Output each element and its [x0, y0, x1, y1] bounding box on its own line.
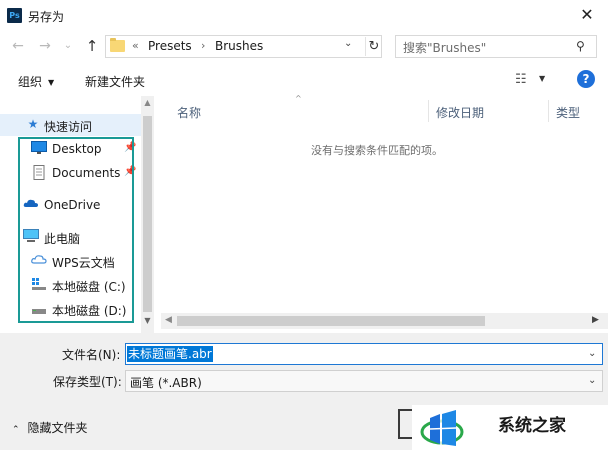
sidebar-item-label: 快速访问 [44, 120, 93, 134]
scroll-left-icon[interactable]: ◀ [165, 315, 172, 325]
help-icon[interactable]: ? [577, 70, 595, 88]
search-placeholder: 搜索"Brushes" [403, 41, 487, 55]
filetype-select[interactable]: 画笔 (*.ABR) ⌄ [125, 370, 603, 392]
title-bar: Ps 另存为 ✕ [0, 0, 608, 31]
scrollbar-thumb[interactable] [143, 116, 152, 312]
view-caret-icon[interactable]: ▼ [539, 74, 545, 83]
navigation-bar: ← → ⌄ ↑ « Presets › Brushes ⌄ ↻ 搜索"Brush… [0, 31, 608, 64]
file-list-horizontal-scrollbar[interactable]: ◀ ▶ [161, 313, 608, 329]
save-button[interactable] [398, 409, 412, 439]
sidebar-scrollbar[interactable]: ▲ ▼ [141, 96, 154, 333]
window-title: 另存为 [28, 10, 65, 24]
caret-down-icon: ▼ [48, 78, 55, 87]
filetype-dropdown-icon[interactable]: ⌄ [588, 375, 596, 386]
hide-folders-toggle[interactable]: ⌃ 隐藏文件夹 [12, 419, 88, 436]
scroll-up-icon[interactable]: ▲ [141, 98, 154, 107]
back-button[interactable]: ← [8, 36, 28, 56]
highlight-annotation-box [18, 137, 134, 323]
filename-value[interactable]: 未标题画笔.abr [127, 346, 213, 362]
sidebar-item-quick-access[interactable]: ★ 快速访问 [0, 114, 141, 136]
caret-up-icon: ⌃ [12, 425, 20, 435]
filename-input[interactable]: 未标题画笔.abr ⌄ [125, 343, 603, 365]
column-header-name[interactable]: 名称 [177, 104, 201, 121]
column-header-date-modified[interactable]: 修改日期 [436, 104, 484, 121]
address-bar[interactable]: « Presets › Brushes ⌄ ↻ [105, 35, 382, 58]
folder-icon [110, 38, 125, 52]
column-divider[interactable] [548, 100, 549, 122]
watermark-text: 系统之家 [498, 416, 566, 436]
filetype-label: 保存类型(T): [53, 375, 122, 389]
scrollbar-thumb[interactable] [177, 316, 485, 326]
search-icon[interactable]: ⚲ [576, 39, 585, 53]
watermark-logo [420, 410, 464, 446]
empty-results-message: 没有与搜索条件匹配的项。 [311, 144, 443, 157]
scroll-right-icon[interactable]: ▶ [592, 315, 599, 325]
filename-label: 文件名(N): [62, 348, 121, 362]
column-header-type[interactable]: 类型 [556, 104, 580, 121]
up-button[interactable]: ↑ [82, 36, 102, 56]
scroll-down-icon[interactable]: ▼ [141, 316, 154, 325]
organize-menu[interactable]: 组织 ▼ [18, 73, 54, 90]
photoshop-app-icon: Ps [7, 8, 22, 23]
sort-ascending-icon: ^ [295, 94, 302, 103]
close-button[interactable]: ✕ [570, 3, 604, 27]
refresh-icon[interactable]: ↻ [365, 37, 382, 56]
save-form: 文件名(N): 未标题画笔.abr ⌄ 保存类型(T): 画笔 (*.ABR) … [0, 333, 608, 450]
view-options-icon[interactable]: ☷ [515, 72, 527, 87]
breadcrumb-brushes[interactable]: Brushes [215, 39, 263, 53]
file-list-pane: ^ 名称 修改日期 类型 没有与搜索条件匹配的项。 ◀ ▶ [161, 94, 608, 333]
site-watermark: 系统之家 [412, 405, 608, 450]
forward-button[interactable]: → [35, 36, 55, 56]
recent-locations-button[interactable]: ⌄ [58, 36, 78, 56]
search-box[interactable]: 搜索"Brushes" ⚲ [395, 35, 597, 58]
breadcrumb-overflow[interactable]: « [132, 39, 139, 52]
filename-history-dropdown-icon[interactable]: ⌄ [588, 348, 596, 359]
filetype-value: 画笔 (*.ABR) [130, 376, 202, 390]
organize-label: 组织 [18, 75, 43, 89]
command-toolbar: 组织 ▼ 新建文件夹 ☷ ▼ ? [0, 64, 608, 96]
breadcrumb-separator[interactable]: › [201, 39, 205, 52]
column-divider[interactable] [428, 100, 429, 122]
star-icon: ★ [27, 117, 39, 131]
address-dropdown-icon[interactable]: ⌄ [344, 38, 352, 49]
breadcrumb-presets[interactable]: Presets [148, 39, 192, 53]
hide-folders-label: 隐藏文件夹 [27, 421, 88, 435]
new-folder-button[interactable]: 新建文件夹 [85, 73, 145, 90]
